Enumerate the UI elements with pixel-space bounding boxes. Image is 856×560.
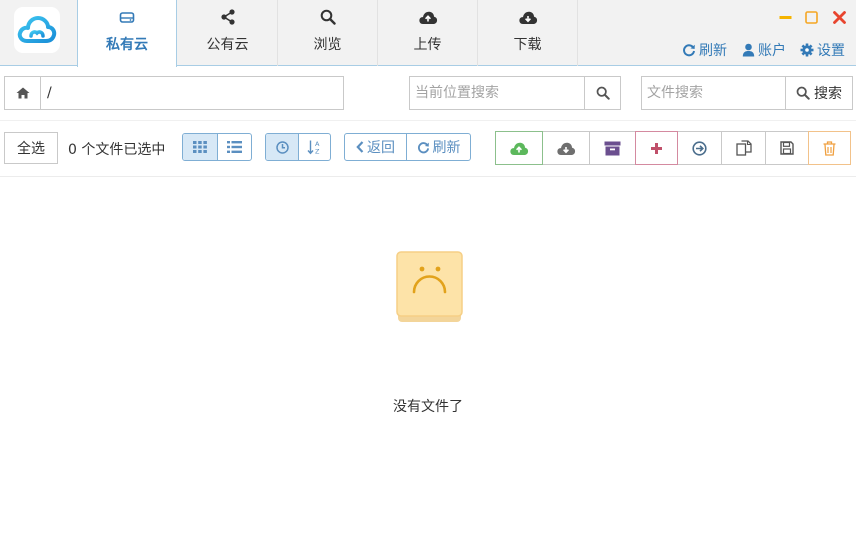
refresh-icon	[683, 44, 695, 57]
svg-text:Z: Z	[315, 148, 320, 156]
share-icon	[220, 9, 236, 25]
search-icon	[796, 86, 810, 100]
copy-button[interactable]	[721, 131, 766, 165]
action-toolbar	[495, 131, 851, 165]
settings-label: 设置	[817, 43, 845, 59]
top-refresh-label: 刷新	[699, 43, 727, 59]
tab-label: 下载	[513, 37, 542, 53]
top-bar: 私有云 公有云 浏览 上传 下载 刷新 账户 设置	[0, 0, 856, 67]
sort-alpha-icon: AZ	[306, 140, 320, 156]
archive-button[interactable]	[589, 131, 636, 165]
search-icon	[596, 86, 610, 100]
archive-icon	[604, 141, 621, 155]
back-button[interactable]: 返回	[345, 134, 406, 160]
grid-view-button[interactable]	[183, 134, 217, 160]
location-search-button[interactable]	[584, 77, 620, 109]
minimize-icon	[779, 15, 791, 19]
divider	[0, 120, 856, 121]
copy-icon	[735, 140, 752, 156]
cloud-download-icon	[557, 142, 576, 155]
empty-message: 没有文件了	[393, 399, 463, 415]
tab-label: 浏览	[313, 37, 342, 53]
account-link[interactable]: 账户	[742, 40, 786, 60]
tab-browse[interactable]: 浏览	[278, 0, 378, 66]
back-label: 返回	[367, 140, 395, 156]
arrow-circle-right-icon	[692, 140, 707, 156]
app-logo	[14, 7, 60, 53]
close-button[interactable]	[832, 10, 846, 24]
settings-link[interactable]: 设置	[800, 40, 845, 60]
tab-public-cloud[interactable]: 公有云	[178, 0, 278, 66]
account-label: 账户	[758, 43, 786, 59]
move-button[interactable]	[677, 131, 722, 165]
plus-icon	[651, 142, 662, 154]
file-search: 搜索	[641, 76, 853, 110]
user-icon	[742, 43, 755, 57]
tab-label: 公有云	[206, 37, 249, 53]
new-folder-button[interactable]	[635, 131, 678, 165]
refresh-button[interactable]: 刷新	[406, 134, 470, 160]
save-icon	[780, 141, 794, 155]
current-path[interactable]: /	[41, 77, 52, 109]
clock-icon	[275, 140, 289, 154]
chevron-left-icon	[356, 141, 364, 153]
file-search-label: 搜索	[814, 86, 842, 102]
sad-box-icon	[396, 251, 463, 324]
hdd-icon	[119, 9, 135, 25]
refresh-label: 刷新	[432, 140, 461, 156]
select-all-label: 全选	[17, 141, 45, 157]
cloud-download-icon	[518, 9, 538, 25]
upload-button[interactable]	[495, 131, 543, 165]
home-button[interactable]	[5, 77, 41, 109]
tab-label: 上传	[413, 37, 442, 53]
select-all-button[interactable]: 全选	[4, 132, 58, 164]
view-mode-group	[182, 133, 252, 161]
list-view-button[interactable]	[217, 134, 251, 160]
file-search-button[interactable]: 搜索	[785, 77, 852, 109]
selection-status: 0 个文件已选中	[68, 142, 166, 158]
tab-download[interactable]: 下载	[478, 0, 578, 66]
delete-button[interactable]	[808, 131, 851, 165]
sort-mode-group: AZ	[265, 133, 331, 161]
list-view-icon	[227, 141, 242, 153]
search-icon	[320, 9, 336, 25]
maximize-icon	[804, 10, 818, 24]
grid-view-icon	[193, 141, 207, 153]
home-icon	[16, 87, 29, 99]
location-search-input[interactable]	[410, 77, 584, 109]
file-search-input[interactable]	[642, 77, 785, 109]
tab-upload[interactable]: 上传	[378, 0, 478, 66]
sort-by-name-button[interactable]: AZ	[298, 134, 330, 160]
divider	[0, 176, 856, 177]
cloud-upload-icon	[510, 142, 529, 155]
top-refresh-link[interactable]: 刷新	[682, 40, 727, 60]
tab-private-cloud[interactable]: 私有云	[77, 0, 177, 67]
gear-icon	[800, 43, 814, 57]
close-icon	[832, 10, 846, 24]
trash-icon	[823, 140, 836, 156]
sort-by-time-button[interactable]	[266, 134, 298, 160]
refresh-icon	[417, 141, 429, 153]
download-button[interactable]	[542, 131, 590, 165]
minimize-button[interactable]	[778, 10, 792, 24]
save-button[interactable]	[765, 131, 809, 165]
cloud-upload-icon	[418, 9, 438, 25]
tab-label: 私有云	[106, 37, 148, 53]
cloud-logo-icon	[17, 16, 57, 43]
location-search	[409, 76, 621, 110]
maximize-button[interactable]	[804, 10, 818, 24]
address-bar: /	[4, 76, 344, 110]
nav-group: 返回 刷新	[344, 133, 471, 161]
